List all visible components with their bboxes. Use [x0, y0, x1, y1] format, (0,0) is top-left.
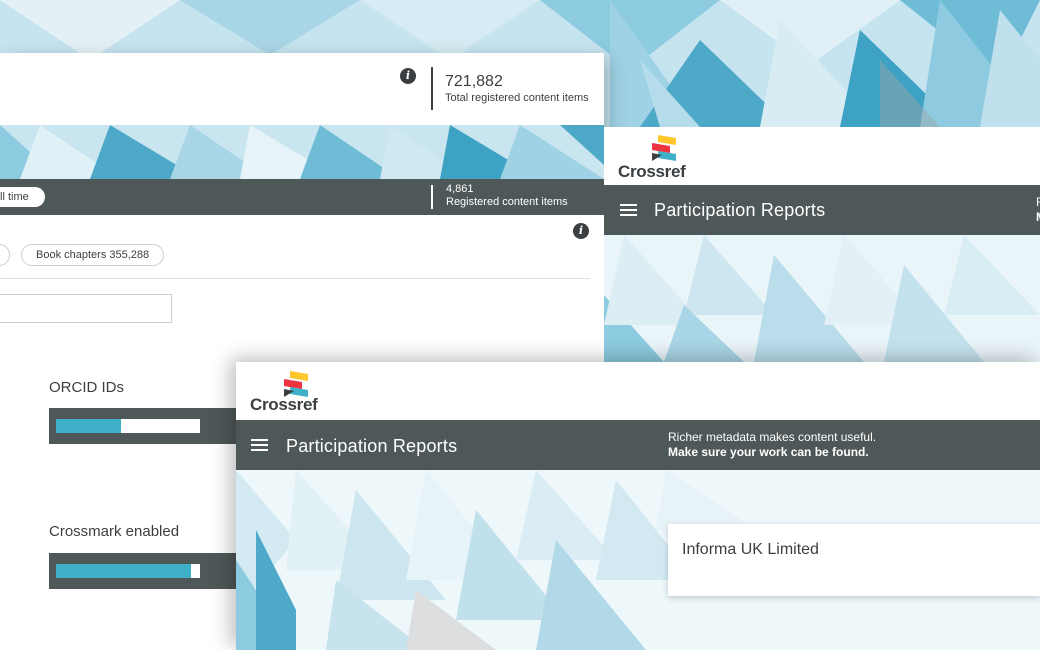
tagline-line2: Make sure your work can be found.: [668, 445, 869, 459]
time-filter-pill[interactable]: ll time: [0, 187, 45, 207]
registered-count: 4,861: [446, 183, 474, 195]
total-count-label: Total registered content items: [445, 92, 589, 104]
total-count: 721,882: [445, 73, 503, 90]
search-input[interactable]: [0, 294, 172, 323]
stat-divider: [431, 185, 433, 209]
menu-icon[interactable]: [251, 439, 268, 452]
metric-fill-crossmark: [56, 564, 192, 578]
nav-bar: Participation Reports R M: [604, 185, 1040, 235]
participation-panel-back: Crossref Participation Reports R M: [604, 127, 1040, 362]
metric-fill-orcid: [56, 419, 121, 433]
stat-divider: [431, 67, 433, 110]
tagline-cut-line1: R: [1036, 195, 1040, 210]
metric-track: [56, 419, 200, 433]
member-name: Informa UK Limited: [682, 541, 819, 558]
member-card[interactable]: Informa UK Limited: [668, 524, 1040, 596]
crossref-logo-text: Crossref: [250, 395, 318, 414]
content-type-pill[interactable]: [0, 244, 10, 266]
hero-pattern: Informa UK Limited: [236, 470, 1040, 650]
metric-label-crossmark: Crossmark enabled: [49, 523, 180, 540]
pill-book-chapters[interactable]: Book chapters 355,288: [21, 244, 165, 266]
summary-header: i 721,882 Total registered content items: [0, 53, 604, 125]
tagline-line1: Richer metadata makes content useful.: [668, 430, 877, 444]
info-icon[interactable]: i: [573, 223, 589, 239]
filter-bar: ll time 4,861 Registered content items: [0, 179, 604, 215]
divider: [0, 278, 590, 279]
tagline-cut-line2: M: [1036, 210, 1040, 225]
metric-bar-crossmark: [49, 553, 239, 589]
metric-label-orcid: ORCID IDs: [49, 379, 124, 396]
crossref-logo-text: Crossref: [618, 162, 686, 181]
hero-pattern: [604, 235, 1040, 362]
pattern-strip: [0, 125, 604, 179]
nav-bar: Participation Reports Richer metadata ma…: [236, 420, 1040, 470]
nav-title[interactable]: Participation Reports: [654, 200, 825, 221]
metric-bar-orcid: [49, 408, 239, 444]
site-header: Crossref: [236, 362, 1040, 420]
nav-title[interactable]: Participation Reports: [286, 436, 457, 457]
info-icon[interactable]: i: [400, 68, 416, 84]
registered-count-label: Registered content items: [446, 196, 568, 208]
metric-track: [56, 564, 200, 578]
menu-icon[interactable]: [620, 204, 637, 217]
participation-panel-front: Crossref Participation Reports Richer me…: [236, 362, 1040, 650]
site-header: Crossref: [604, 127, 1040, 185]
